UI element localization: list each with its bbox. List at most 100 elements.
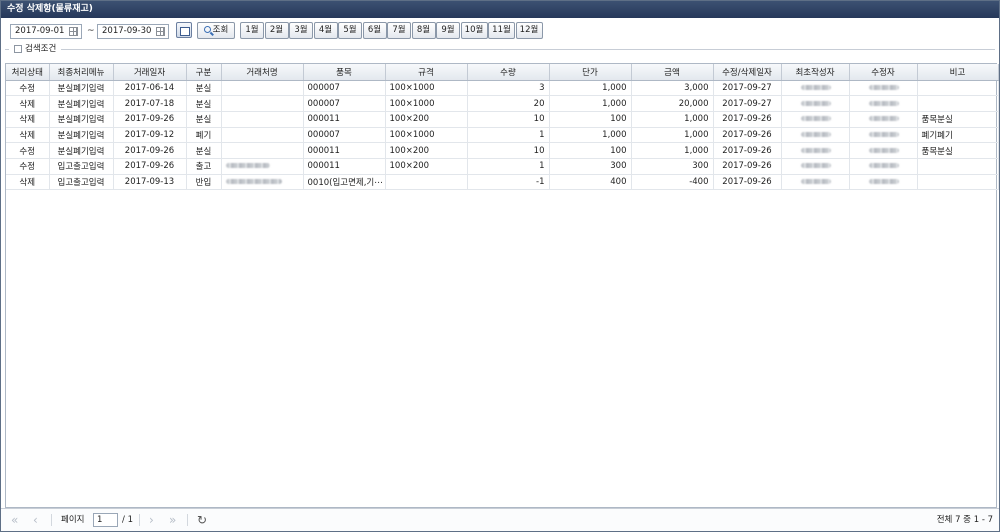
month-button-1[interactable]: 1월 [240,22,264,39]
table-row[interactable]: 수정 입고출고입력 2017-09-26 출고 000011 100×200 1 300 300… [6,158,999,175]
table-cell [221,142,304,159]
table-cell: 100×200 [385,111,468,128]
table-cell: 300 [549,158,632,175]
column-header[interactable]: 처리상태 [6,64,50,81]
table-cell: 000011 [303,158,386,175]
table-cell: 2017-09-13 [113,174,187,191]
month-button-5[interactable]: 5월 [338,22,362,39]
redacted-text [869,147,899,153]
table-row[interactable]: 수정 분실폐기입력 2017-09-26 분실 000011 100×200 10 100 1,… [6,142,999,159]
toolbar: 2017-09-01 ~ 2017-09-30 조회 1월 2월 3월 4월 5월 6월 7… [1,19,999,43]
month-button-7[interactable]: 7월 [387,22,411,39]
table-row[interactable]: 삭제 분실폐기입력 2017-07-18 분실 000007 100×1000 20 1,00… [6,95,999,112]
table-header-row: 처리상태 최종처리메뉴 거래일자 구분 거래처명 품목 규격 수량 단가 금액 수정/삭제일자 최초작… [6,64,999,81]
column-header[interactable]: 구분 [186,64,222,81]
month-button-4[interactable]: 4월 [313,22,338,39]
month-button-8[interactable]: 8월 [411,22,436,39]
next-page-icon[interactable]: › [149,513,154,527]
column-header[interactable]: 규격 [385,64,468,81]
column-header[interactable]: 최종처리메뉴 [49,64,114,81]
table-cell: 품목분실 [917,142,999,159]
last-page-icon[interactable]: » [169,513,176,527]
search-button[interactable]: 조회 [197,22,235,39]
table-cell: 분실폐기입력 [49,80,114,97]
search-filter-checkbox[interactable] [14,45,22,53]
month-button-10[interactable]: 10월 [460,22,488,39]
calendar-icon[interactable] [69,27,78,36]
table-cell: 000007 [303,80,386,97]
table-cell: 1,000 [631,111,714,128]
table-cell: 1,000 [549,95,632,112]
table-cell: 400 [549,174,632,191]
end-date-input[interactable]: 2017-09-30 [97,24,169,39]
table-cell [917,80,999,97]
table-cell [385,174,468,191]
table-cell: 수정 [6,80,50,97]
table-cell: 000007 [303,95,386,112]
column-header[interactable]: 최초작성자 [781,64,850,81]
column-header[interactable]: 거래일자 [113,64,187,81]
column-header[interactable]: 수정/삭제일자 [713,64,782,81]
redacted-text [801,100,831,106]
redacted-text [801,163,831,169]
table-cell: 000011 [303,111,386,128]
month-button-12[interactable]: 12월 [515,22,543,39]
start-date-input[interactable]: 2017-09-01 [10,24,82,39]
table-cell: 분실 [186,80,222,97]
month-button-9[interactable]: 9월 [436,22,460,39]
column-header[interactable]: 금액 [631,64,714,81]
calendar-picker-icon[interactable] [176,22,192,38]
column-header[interactable]: 단가 [549,64,632,81]
table-cell: 분실폐기입력 [49,142,114,159]
table-cell: 100×200 [385,158,468,175]
refresh-icon[interactable]: ↻ [197,513,207,527]
table-cell: 삭제 [6,174,50,191]
table-row[interactable]: 삭제 분실폐기입력 2017-09-12 폐기 000007 100×1000 1 1,000… [6,127,999,144]
table-cell [917,174,999,191]
table-cell: 1,000 [631,127,714,144]
filter-divider-left [5,49,9,50]
table-cell: 000007 [303,127,386,144]
table-cell: 2017-06-14 [113,80,187,97]
table-cell [849,174,918,191]
record-count-info: 전체 7 중 1 - 7 [936,515,993,525]
table-cell [781,111,850,128]
month-button-11[interactable]: 11월 [488,22,515,39]
table-cell: 삭제 [6,111,50,128]
table-cell: 2017-09-26 [713,174,782,191]
table-row[interactable]: 수정 분실폐기입력 2017-06-14 분실 000007 100×1000 3 1,000… [6,80,999,97]
column-header[interactable]: 비고 [917,64,999,81]
table-row[interactable]: 삭제 입고출고입력 2017-09-13 반입 0010(입고면제,기⋯ -1 400 -40… [6,174,999,191]
pager-separator [139,514,140,526]
table-cell: 100×1000 [385,80,468,97]
table-row[interactable]: 삭제 분실폐기입력 2017-09-26 분실 000011 100×200 10 100 1,… [6,111,999,128]
month-button-2[interactable]: 2월 [264,22,289,39]
table-cell [781,142,850,159]
column-header[interactable]: 거래처명 [221,64,304,81]
month-button-6[interactable]: 6월 [362,22,387,39]
search-filter-label: 검색조건 [25,44,57,54]
table-cell: 분실 [186,95,222,112]
table-cell: 2017-09-12 [113,127,187,144]
column-header[interactable]: 수정자 [849,64,918,81]
table-cell: 2017-09-26 [713,158,782,175]
table-cell [781,158,850,175]
page-number-input[interactable]: 1 [93,513,118,527]
first-page-icon[interactable]: « [11,513,18,527]
calendar-icon[interactable] [156,27,165,36]
table-cell: 100×200 [385,142,468,159]
table-cell: 000011 [303,142,386,159]
table-cell: 2017-09-27 [713,80,782,97]
column-header[interactable]: 수량 [467,64,550,81]
table-cell [849,142,918,159]
search-icon [203,26,211,33]
table-cell [221,111,304,128]
data-table: 처리상태 최종처리메뉴 거래일자 구분 거래처명 품목 규격 수량 단가 금액 수정/삭제일자 최초작… [6,64,999,191]
table-cell: 1 [467,127,550,144]
prev-page-icon[interactable]: ‹ [33,513,38,527]
filter-divider [61,49,995,50]
month-button-3[interactable]: 3월 [289,22,313,39]
table-cell: 분실폐기입력 [49,127,114,144]
search-filter-section: 검색조건 [1,43,999,55]
column-header[interactable]: 품목 [303,64,386,81]
